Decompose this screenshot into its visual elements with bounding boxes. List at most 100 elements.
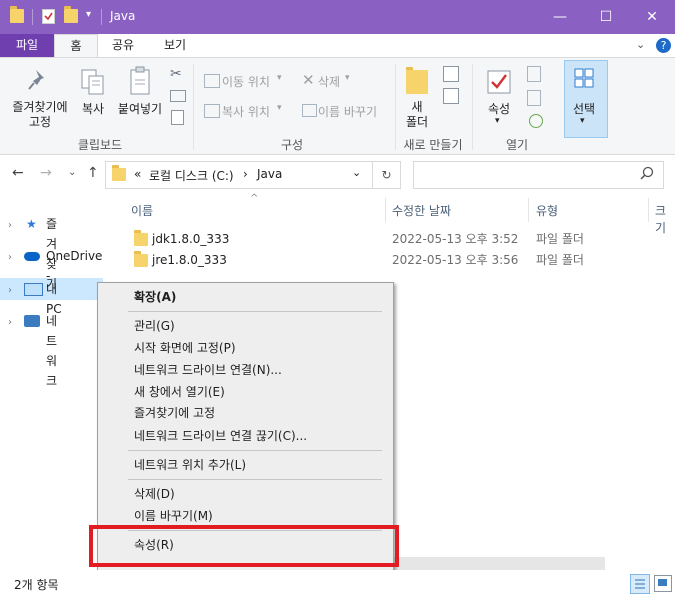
up-arrow-icon[interactable]: ↑ bbox=[87, 165, 99, 181]
paste-button[interactable]: 붙여넣기 bbox=[114, 100, 166, 117]
properties-button[interactable]: 속성 bbox=[482, 100, 516, 117]
folder-icon bbox=[10, 6, 24, 23]
tab-file[interactable]: 파일 bbox=[0, 34, 54, 57]
chevron-down-icon[interactable]: ⌄ bbox=[352, 166, 361, 179]
menu-item-open-new-window[interactable]: 새 창에서 열기(E) bbox=[134, 382, 225, 402]
file-modified: 2022-05-13 오후 3:52 bbox=[392, 232, 519, 246]
menu-item-disconnect-drive[interactable]: 네트워크 드라이브 연결 끊기(C)... bbox=[134, 426, 307, 446]
search-input[interactable] bbox=[413, 161, 664, 189]
address-segment[interactable]: Java bbox=[257, 167, 282, 181]
divider bbox=[128, 479, 382, 480]
menu-item-pin-start[interactable]: 시작 화면에 고정(P) bbox=[134, 338, 236, 358]
menu-item-manage[interactable]: 관리(G) bbox=[134, 316, 175, 336]
nav-item-quick-access[interactable]: › ★ 즐겨찾기 bbox=[8, 214, 57, 291]
chevron-down-icon[interactable]: ⌄ bbox=[636, 38, 645, 51]
search-icon bbox=[640, 166, 654, 183]
divider bbox=[128, 450, 382, 451]
star-icon: ★ bbox=[26, 217, 37, 231]
nav-item-this-pc[interactable]: › 내 PC bbox=[8, 279, 62, 316]
select-icon bbox=[574, 68, 594, 91]
address-overflow[interactable]: « bbox=[134, 167, 141, 181]
menu-item-delete[interactable]: 삭제(D) bbox=[134, 484, 175, 504]
select-button[interactable]: 선택 bbox=[566, 100, 602, 117]
divider bbox=[128, 311, 382, 312]
help-icon[interactable]: ? bbox=[656, 38, 671, 53]
forward-arrow-icon[interactable]: → bbox=[40, 165, 52, 181]
list-item[interactable]: jre1.8.0_333 2022-05-13 오후 3:56 파일 폴더 bbox=[131, 250, 671, 270]
menu-item-map-drive[interactable]: 네트워크 드라이브 연결(N)... bbox=[134, 360, 282, 380]
file-type: 파일 폴더 bbox=[536, 232, 584, 246]
menu-item-pin-quick-access[interactable]: 즐겨찾기에 고정 bbox=[134, 403, 215, 423]
new-folder-button[interactable]: 새 폴더 bbox=[400, 100, 434, 130]
new-item-icon[interactable] bbox=[443, 66, 459, 82]
divider bbox=[385, 198, 386, 222]
recent-locations-icon[interactable]: ⌄ bbox=[68, 167, 76, 178]
address-bar[interactable]: « 로컬 디스크 (C:) › Java ⌄ bbox=[105, 161, 373, 189]
large-icons-view-icon[interactable] bbox=[654, 575, 672, 592]
minimize-button[interactable]: — bbox=[537, 0, 583, 34]
tab-share[interactable]: 공유 bbox=[100, 34, 146, 57]
properties-quick-icon[interactable] bbox=[42, 9, 55, 24]
folder-icon bbox=[134, 230, 148, 246]
copy-path-icon[interactable] bbox=[170, 90, 186, 102]
chevron-down-icon: ▾ bbox=[345, 73, 350, 83]
column-header-name[interactable]: 이름 bbox=[131, 202, 153, 219]
delete-button[interactable]: 삭제 bbox=[318, 73, 340, 90]
history-icon[interactable] bbox=[529, 114, 543, 128]
paste-icon bbox=[128, 66, 154, 99]
easy-access-icon[interactable] bbox=[443, 88, 459, 104]
open-group-label: 열기 bbox=[505, 138, 529, 152]
column-header-type[interactable]: 유형 bbox=[536, 202, 558, 219]
copy-to-button[interactable]: 복사 위치 bbox=[222, 103, 270, 120]
chevron-down-icon: ▾ bbox=[495, 116, 500, 126]
cut-icon[interactable]: ✂ bbox=[170, 66, 182, 82]
back-arrow-icon[interactable]: ← bbox=[12, 165, 24, 181]
paste-shortcut-icon[interactable] bbox=[171, 110, 184, 125]
folder-icon bbox=[112, 165, 126, 181]
clipboard-group-label: 클립보드 bbox=[77, 138, 123, 152]
new-folder-quick-icon[interactable] bbox=[64, 6, 78, 23]
delete-icon: ✕ bbox=[302, 71, 315, 89]
menu-item-add-network-location[interactable]: 네트워크 위치 추가(L) bbox=[134, 455, 246, 475]
copy-button[interactable]: 복사 bbox=[76, 100, 110, 117]
ribbon: 즐겨찾기에 고정 복사 붙여넣기 ✂ 클립보드 이동 위치 ▾ 복사 위치 ▾ … bbox=[0, 57, 675, 155]
move-to-icon bbox=[204, 74, 220, 88]
new-folder-icon bbox=[406, 67, 428, 94]
cloud-icon bbox=[24, 252, 40, 261]
network-icon bbox=[24, 315, 40, 327]
rename-button[interactable]: 이름 바꾸기 bbox=[318, 103, 377, 120]
tab-view[interactable]: 보기 bbox=[152, 34, 198, 57]
chevron-right-icon: › bbox=[8, 285, 12, 296]
refresh-icon[interactable]: ↻ bbox=[372, 161, 401, 189]
nav-item-onedrive[interactable]: › OneDrive - bbox=[8, 246, 102, 283]
tab-home[interactable]: 홈 bbox=[54, 34, 98, 58]
edit-icon[interactable] bbox=[527, 90, 541, 106]
quick-access-dropdown-icon[interactable]: ▾ bbox=[86, 9, 91, 20]
list-item[interactable]: jdk1.8.0_333 2022-05-13 오후 3:52 파일 폴더 bbox=[131, 229, 671, 249]
menu-item-expand[interactable]: 확장(A) bbox=[134, 287, 176, 307]
divider bbox=[648, 198, 649, 222]
menu-item-rename[interactable]: 이름 바꾸기(M) bbox=[134, 506, 213, 526]
open-icon[interactable] bbox=[527, 66, 541, 82]
move-to-button[interactable]: 이동 위치 bbox=[222, 73, 270, 90]
chevron-down-icon: ▾ bbox=[580, 116, 585, 126]
column-header-modified[interactable]: 수정한 날짜 bbox=[392, 202, 451, 219]
maximize-button[interactable]: ☐ bbox=[583, 0, 629, 34]
window-title: Java bbox=[110, 9, 136, 23]
nav-item-network[interactable]: › 네트워크 bbox=[8, 311, 57, 388]
folder-icon bbox=[134, 251, 148, 267]
address-segment[interactable]: 로컬 디스크 (C:) bbox=[149, 167, 234, 184]
chevron-right-icon: › bbox=[8, 252, 12, 263]
divider bbox=[101, 9, 102, 25]
sort-up-icon: ^ bbox=[250, 193, 259, 204]
ribbon-tabs: 파일 홈 공유 보기 ⌄ ? bbox=[0, 34, 675, 58]
file-name: jdk1.8.0_333 bbox=[152, 232, 230, 246]
pin-quick-access-button[interactable]: 즐겨찾기에 고정 bbox=[4, 100, 76, 130]
divider bbox=[32, 9, 33, 25]
chevron-down-icon: ▾ bbox=[277, 103, 282, 113]
address-separator[interactable]: › bbox=[243, 167, 248, 181]
details-view-icon[interactable] bbox=[630, 574, 650, 594]
close-button[interactable]: ✕ bbox=[629, 0, 675, 34]
file-modified: 2022-05-13 오후 3:56 bbox=[392, 253, 519, 267]
copy-to-icon bbox=[204, 104, 220, 118]
